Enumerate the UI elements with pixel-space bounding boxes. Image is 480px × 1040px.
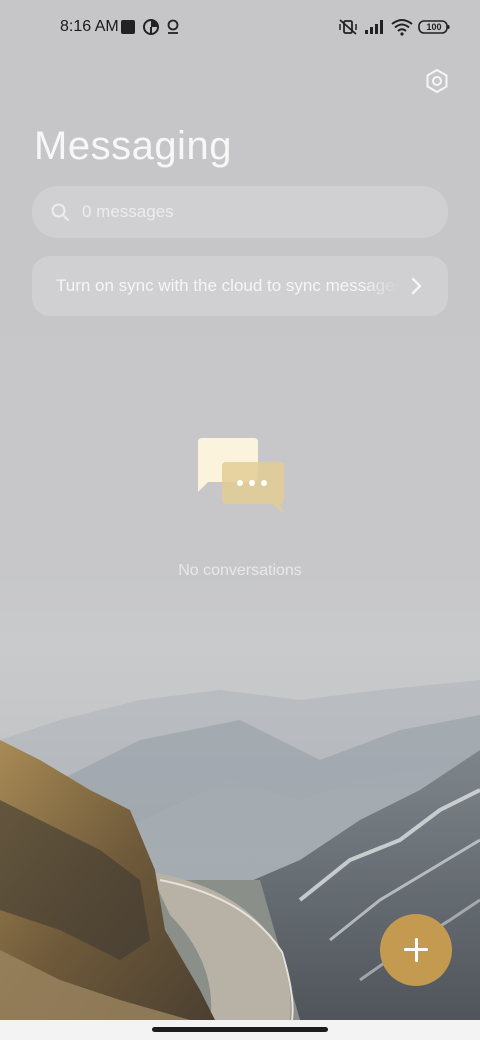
chat-bubbles-icon [198, 438, 284, 514]
chevron-right-icon[interactable] [408, 276, 426, 296]
search-placeholder: 0 messages [82, 202, 174, 221]
sync-banner[interactable]: Turn on sync with the cloud to sync mess… [32, 256, 448, 316]
navigation-bar [0, 1020, 480, 1040]
gear-icon[interactable] [424, 68, 450, 94]
search-icon [51, 203, 69, 221]
wifi-icon [391, 19, 413, 36]
home-indicator[interactable] [152, 1027, 328, 1032]
empty-state-text: No conversations [178, 562, 302, 579]
search-bar[interactable]: 0 messages [32, 186, 448, 238]
notification-location-icon [167, 19, 179, 34]
sync-banner-text: Turn on sync with the cloud to sync mess… [56, 276, 398, 295]
status-time: 8:16 AM [60, 18, 119, 35]
notification-square-icon [121, 20, 135, 34]
battery-level: 100 [426, 22, 442, 32]
new-message-button[interactable] [380, 914, 452, 986]
vibrate-off-icon [339, 19, 357, 35]
notification-pie-icon [143, 19, 159, 35]
signal-icon [365, 20, 383, 34]
page-title: Messaging [34, 124, 232, 168]
status-bar: 8:16 AM 100 [0, 0, 480, 56]
